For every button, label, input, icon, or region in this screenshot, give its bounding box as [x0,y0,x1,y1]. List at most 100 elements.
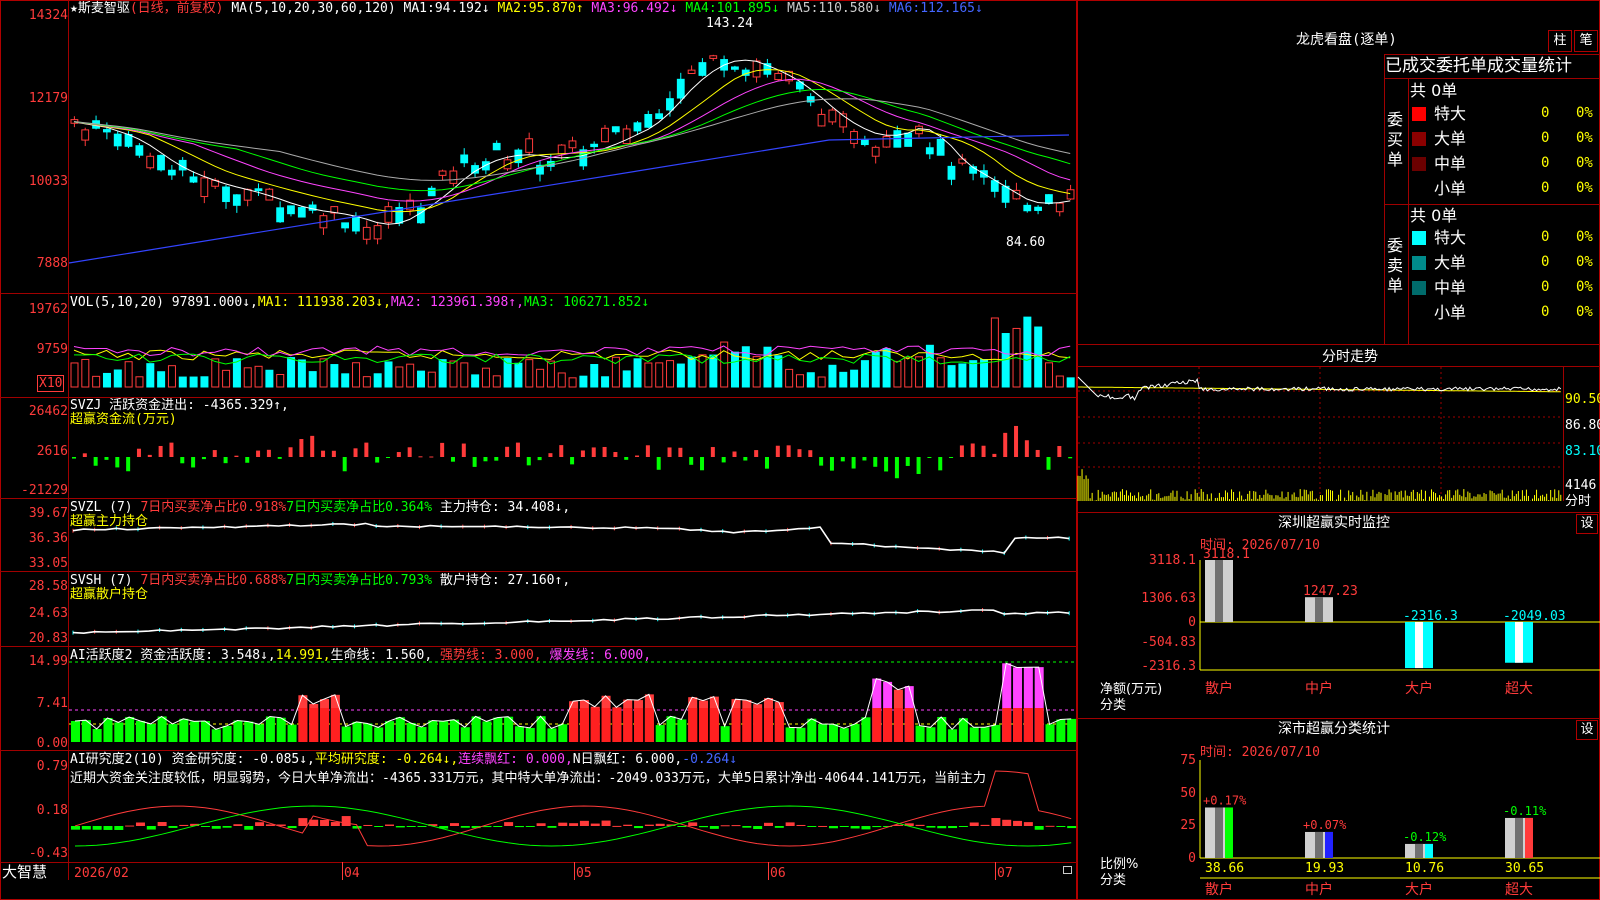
fund-flow-bar [927,457,932,458]
activity-bar [471,716,481,742]
date-label-2: 04 [344,866,360,881]
activity-bar [850,724,860,742]
activity-bar [915,725,925,742]
volume-bar [211,358,220,388]
volume-bar [492,375,501,388]
fund-flow-bar [299,439,304,457]
activity-bar-lower [590,708,600,742]
fund-flow-bar [775,445,780,457]
volume-bar [70,362,79,388]
order-pct: 0% [1576,229,1593,245]
research-bar [222,826,232,828]
classify-time: 时间: 2026/07/10 [1200,745,1320,760]
research-bar [179,824,189,826]
classify-axis-label: 75 [1180,753,1196,768]
order-type-label: 中单 [1434,278,1467,297]
research-bar [1056,826,1066,827]
vol-unit-badge[interactable]: X10 [37,375,65,392]
fund-flow-bar [635,455,640,457]
fund-flow-bar [93,457,98,466]
order-type-label: 小单 [1434,303,1467,322]
vol-axis-1: 19762 [28,302,68,317]
activity-bar [352,721,362,742]
activity-bar-lower [634,708,644,742]
volume-bar [287,357,296,388]
volume-bar [265,369,274,388]
research-bar [601,820,611,826]
research-bar [926,826,936,828]
intraday-label: 分时 [1565,494,1592,509]
candle-body [1023,204,1032,212]
sell-total: 共 0单 [1410,206,1458,225]
volume-bar [308,371,317,388]
research-bar [861,826,871,830]
fund-flow-bar [743,457,748,461]
classify-x-label: 分类 [1100,873,1127,888]
activity-bar-lower [883,708,893,742]
volume-bar [720,341,729,388]
activity-bar [255,724,265,742]
fund-flow-bar [580,450,585,457]
activity-bar [460,727,470,742]
order-type-label: 中单 [1434,154,1467,173]
price-line [1077,376,1562,401]
svzj-axis-3: -21229 [21,483,68,498]
activity-bar [385,721,395,742]
candle-body [254,188,263,192]
fund-flow-bar [819,457,824,466]
research-bar [763,822,773,826]
monitor-settings-button[interactable]: 设 [1576,514,1598,534]
main-holding-chart [72,521,1070,556]
classify-settings-button[interactable]: 设 [1576,720,1598,740]
fund-flow-bar [201,457,206,460]
candle-body [481,161,490,171]
bar-mode-button[interactable]: 柱 [1548,30,1572,52]
candlestick-chart[interactable] [68,0,1076,293]
candle-body [860,139,869,146]
ai-research-axis-1: 0.79 [36,759,68,774]
fund-flow-bar [136,448,141,457]
lock-icon[interactable] [1063,866,1072,874]
research-bar [330,822,340,826]
fund-flow-bar [115,457,120,468]
candle-body [731,66,739,70]
research-bar [644,824,654,826]
activity-bar [179,718,189,742]
candle-body [611,126,620,133]
activity-bar [103,718,113,742]
svzl-axis-2: 36.36 [28,531,68,546]
activity-bar [514,726,524,742]
candle-body [81,129,90,141]
activity-bar [92,728,102,742]
classify-change-label: +0.17% [1203,793,1247,807]
order-type-label: 大单 [1434,129,1467,148]
research-bar [915,824,925,826]
activity-bar [558,724,568,742]
volume-bar [352,362,361,388]
fund-flow-bar [992,453,997,457]
fund-flow-bar [1003,432,1008,457]
fund-flow-bar [1057,446,1062,457]
monitor-title: 深圳超赢实时监控 [1278,515,1390,531]
classify-axis-label: 50 [1180,785,1196,801]
candle-body [925,147,934,155]
volume-bar [850,369,859,388]
activity-bar [135,720,145,742]
order-pct: 0% [1576,105,1593,121]
candle-body [438,170,447,176]
pen-mode-button[interactable]: 笔 [1574,30,1598,52]
candle-body [633,122,642,132]
research-bar [547,826,557,828]
monitor-axis-label: -2316.3 [1141,659,1196,674]
activity-bar [168,723,178,742]
activity-bar-lower [623,708,633,742]
monitor-bar-highlight [1415,622,1423,669]
dragon-tiger-title: 龙虎看盘(逐单) [1296,32,1397,48]
fund-flow-bar [147,454,152,457]
intraday-chart[interactable] [1077,367,1563,501]
research-bar [114,826,124,830]
research-bar [948,826,958,829]
volume-bar [622,370,631,388]
monitor-axis-label: 0 [1188,615,1196,630]
monitor-category-label: 大户 [1405,680,1433,697]
